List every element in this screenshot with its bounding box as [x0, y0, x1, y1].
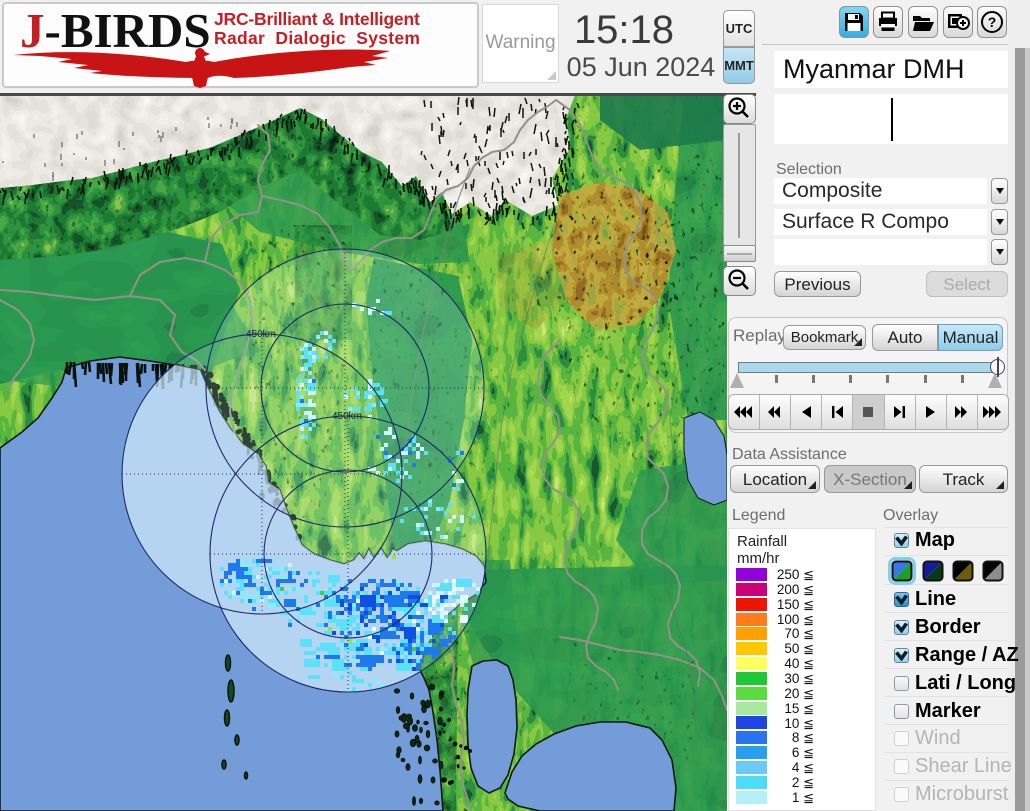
- svg-text:450km: 450km: [332, 411, 362, 422]
- svg-text:450km: 450km: [246, 329, 276, 340]
- svg-text:?: ?: [988, 14, 997, 30]
